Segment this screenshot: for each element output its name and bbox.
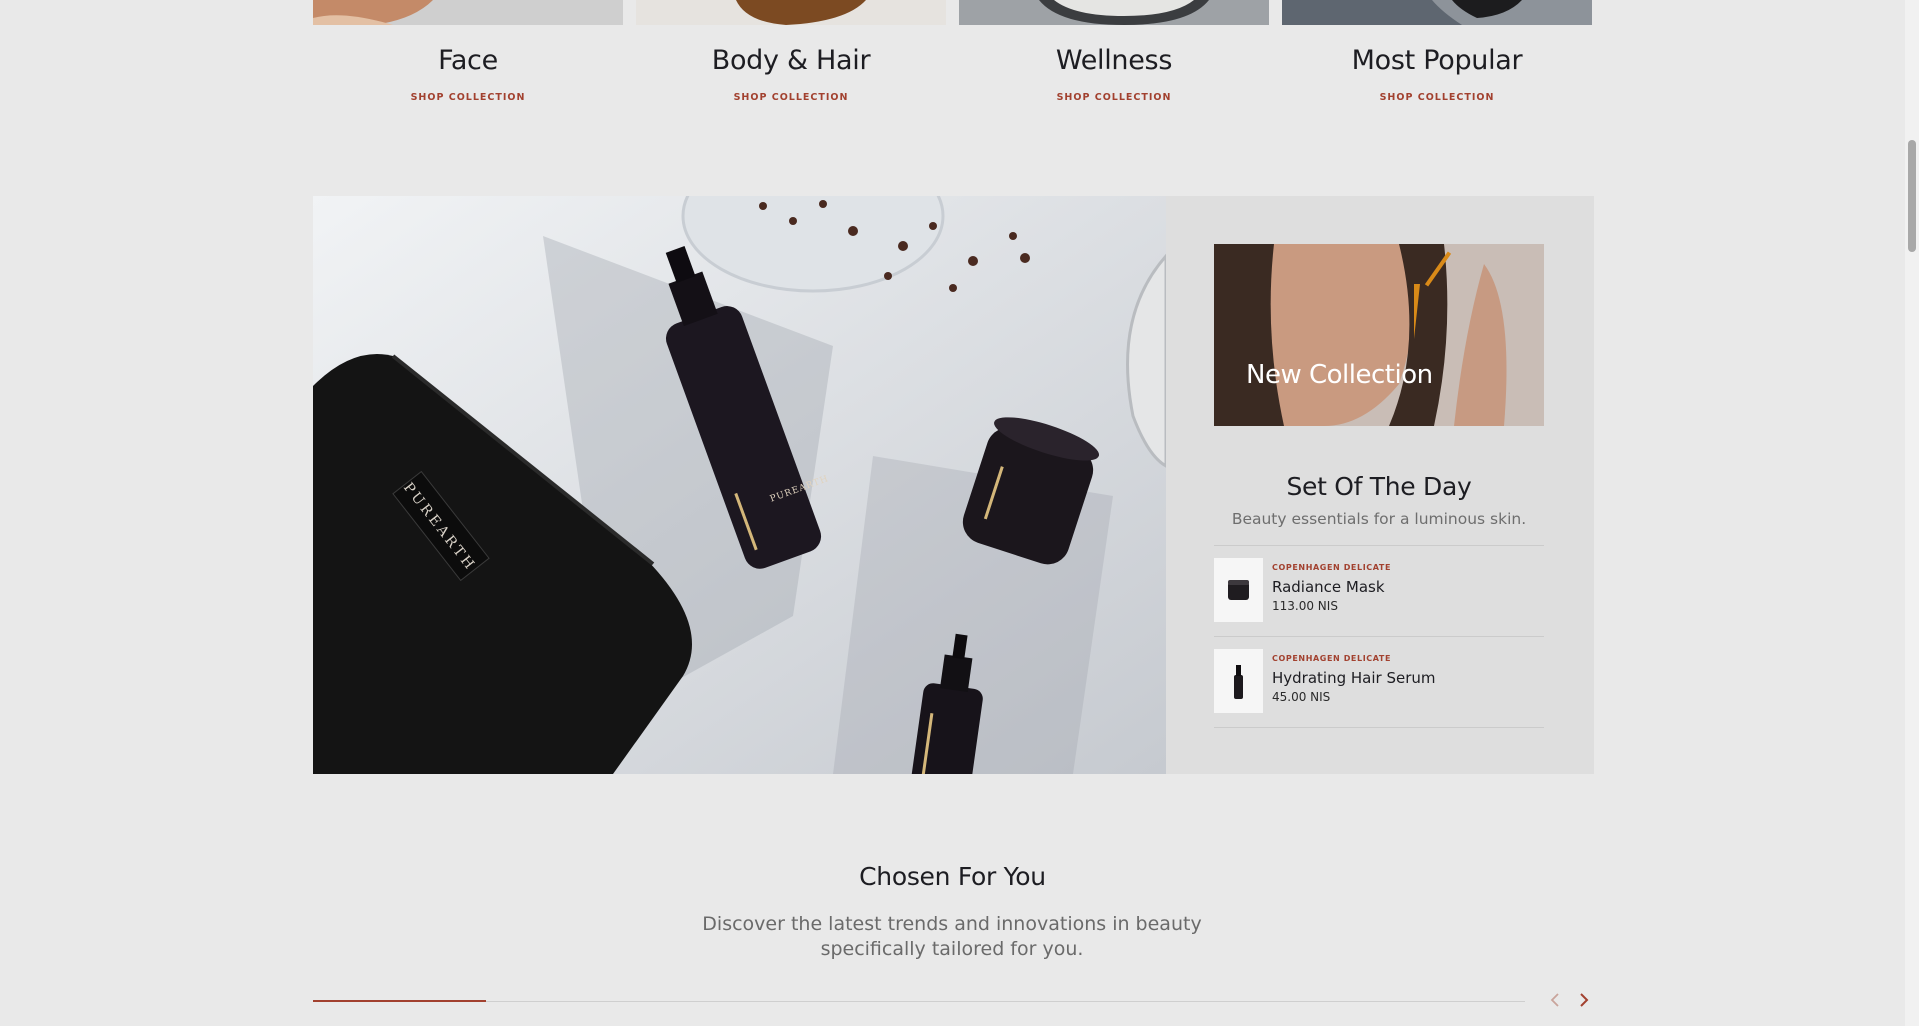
bottle-icon[interactable] [1214, 649, 1263, 713]
category-title: Most Popular [1351, 45, 1523, 76]
product-price: 113.00 NIS [1272, 599, 1338, 613]
category-image[interactable] [959, 0, 1269, 25]
category-image[interactable] [1282, 0, 1592, 25]
product-brand: COPENHAGEN DELICATE [1272, 654, 1392, 663]
set-of-the-day-panel: New Collection Set Of The Day Beauty ess… [1214, 196, 1544, 774]
shop-collection-link[interactable]: SHOP COLLECTION [1282, 92, 1592, 103]
category-face[interactable]: Face SHOP COLLECTION [313, 0, 623, 103]
product-name[interactable]: Hydrating Hair Serum [1272, 669, 1436, 687]
chosen-subtitle: Discover the latest trends and innovatio… [702, 913, 1202, 960]
shop-collection-link[interactable]: SHOP COLLECTION [959, 92, 1269, 103]
product-list: COPENHAGEN DELICATE Radiance Mask 113.00… [1214, 545, 1544, 728]
featured-section: PUREARTH PUREARTH New Collection Set Of … [313, 196, 1594, 774]
category-image[interactable] [313, 0, 623, 25]
new-collection-banner[interactable]: New Collection [1214, 244, 1544, 426]
category-body-hair[interactable]: Body & Hair SHOP COLLECTION [636, 0, 946, 103]
category-image[interactable] [636, 0, 946, 25]
product-item[interactable]: COPENHAGEN DELICATE Hydrating Hair Serum… [1214, 637, 1544, 728]
jar-icon[interactable] [1214, 558, 1263, 622]
product-price: 45.00 NIS [1272, 690, 1331, 704]
chosen-title: Chosen For You [859, 862, 1046, 891]
shop-collection-link[interactable]: SHOP COLLECTION [313, 92, 623, 103]
slider-track[interactable] [313, 1001, 1525, 1002]
chevron-left-icon[interactable] [1545, 989, 1567, 1011]
scrollbar-thumb[interactable] [1908, 140, 1916, 252]
page: Face SHOP COLLECTION Body & Hair SHOP CO… [0, 0, 1919, 1026]
category-title: Face [438, 45, 498, 76]
chevron-right-icon[interactable] [1573, 989, 1595, 1011]
section-subtitle: Beauty essentials for a luminous skin. [1231, 510, 1527, 528]
category-title: Wellness [1055, 45, 1173, 76]
section-title: Set Of The Day [1286, 472, 1472, 501]
category-title: Body & Hair [711, 45, 871, 76]
hero-product-image: PUREARTH PUREARTH [313, 196, 1166, 774]
product-item[interactable]: COPENHAGEN DELICATE Radiance Mask 113.00… [1214, 546, 1544, 637]
product-name[interactable]: Radiance Mask [1272, 578, 1385, 596]
promo-label: New Collection [1246, 360, 1433, 390]
slider-progress [313, 1000, 486, 1002]
page-scrollbar[interactable] [1905, 0, 1919, 1026]
shop-collection-link[interactable]: SHOP COLLECTION [636, 92, 946, 103]
category-row: Face SHOP COLLECTION Body & Hair SHOP CO… [313, 0, 1594, 120]
product-brand: COPENHAGEN DELICATE [1272, 563, 1392, 572]
category-most-popular[interactable]: Most Popular SHOP COLLECTION [1282, 0, 1592, 103]
category-wellness[interactable]: Wellness SHOP COLLECTION [959, 0, 1269, 103]
